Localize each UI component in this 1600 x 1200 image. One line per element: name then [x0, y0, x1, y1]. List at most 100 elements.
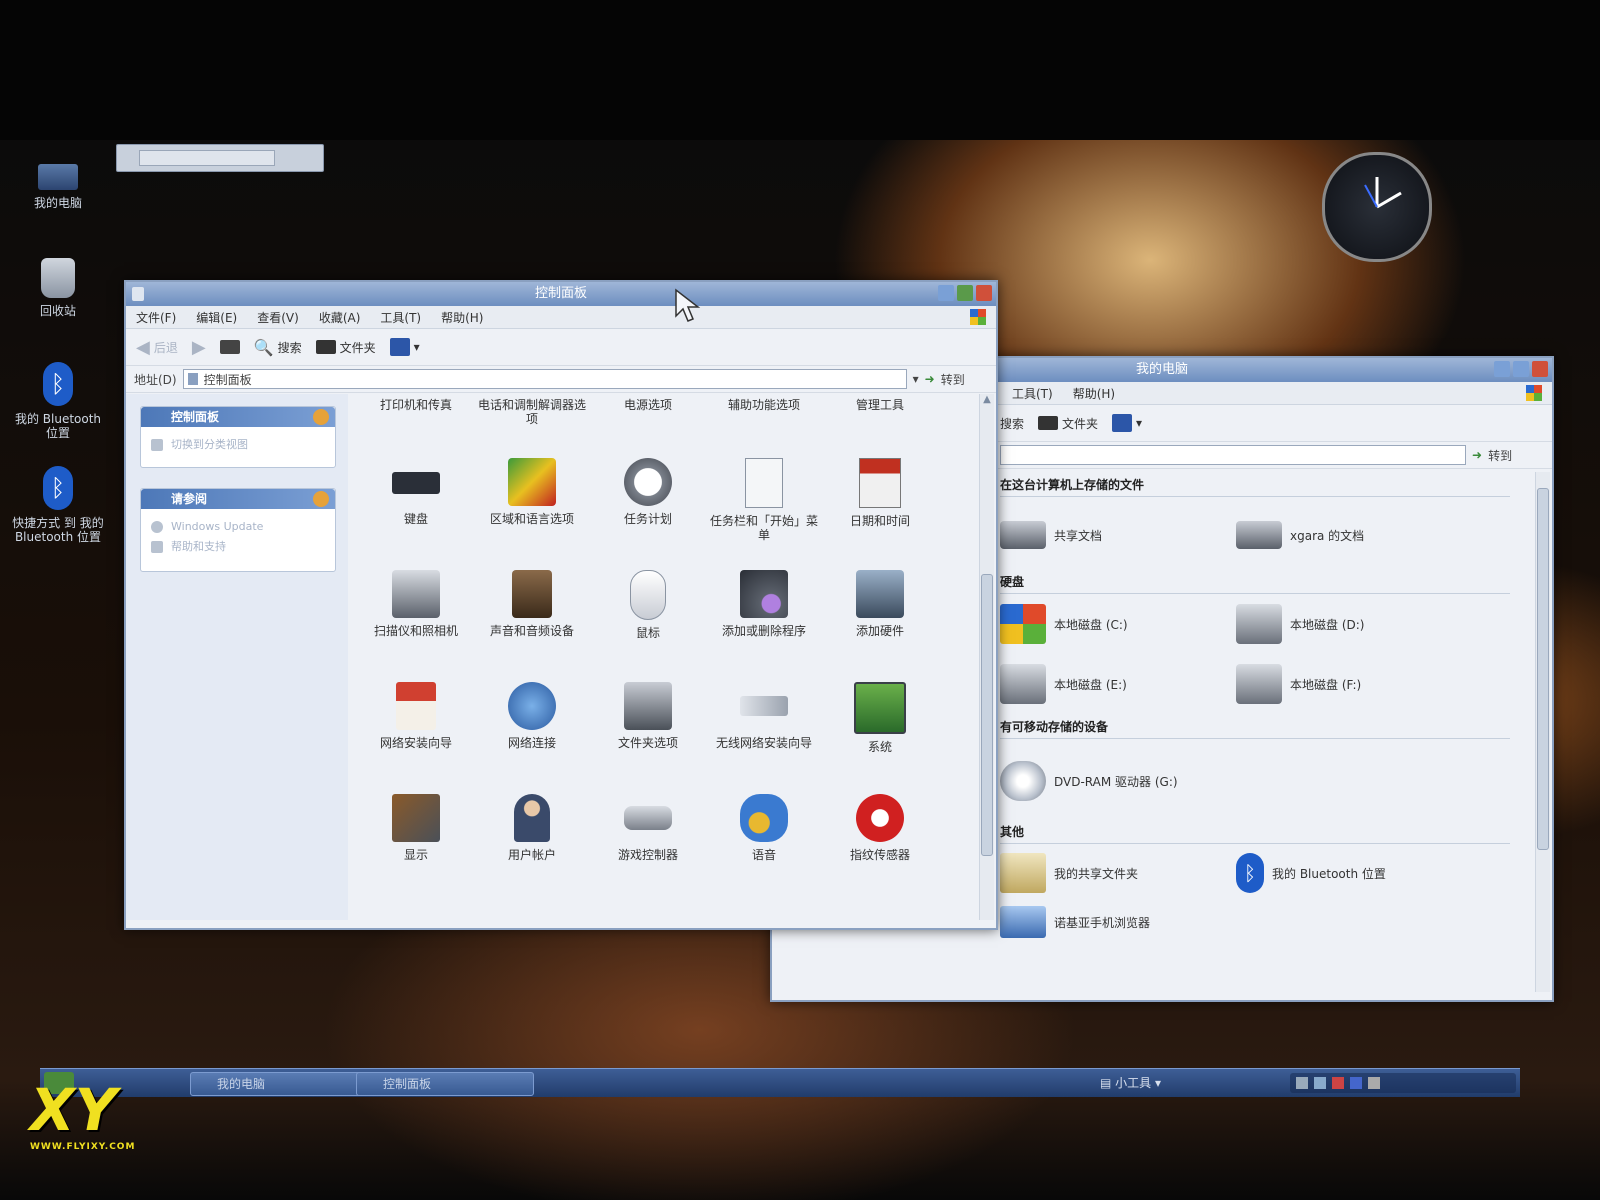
wireless-network-wizard-item[interactable]: 无线网络安装向导 [706, 672, 822, 784]
scrollbar-thumb[interactable] [981, 574, 993, 856]
menu-edit[interactable]: 编辑(E) [196, 309, 237, 326]
collapse-icon[interactable] [313, 491, 329, 507]
address-widget[interactable] [116, 144, 324, 172]
views-button[interactable]: ▾ [389, 338, 420, 356]
menu-file[interactable]: 文件(F) [136, 309, 176, 326]
admin-tools-item[interactable]: 管理工具 [822, 398, 938, 426]
maximize-button[interactable] [957, 285, 973, 301]
game-controllers-item[interactable]: 游戏控制器 [590, 784, 706, 896]
antivirus-tray-icon[interactable] [1332, 1077, 1344, 1089]
scroll-up-arrow-icon[interactable]: ▲ [980, 394, 994, 405]
folders-button[interactable]: 文件夹 [1038, 415, 1098, 432]
phone-modem-item[interactable]: 电话和调制解调器选项 [474, 398, 590, 426]
bluetooth-tray-icon[interactable] [1350, 1077, 1362, 1089]
clock-gadget[interactable] [1322, 152, 1432, 262]
gadgets-button[interactable]: ▤ 小工具 ▾ [1100, 1074, 1161, 1091]
search-button[interactable]: 搜索 [1000, 415, 1024, 432]
drive-c-item[interactable]: 本地磁盘 (C:) [1000, 594, 1236, 654]
address-input[interactable]: 控制面板 [182, 369, 907, 389]
window-menu-icon[interactable] [132, 287, 144, 301]
menu-favorites[interactable]: 收藏(A) [319, 309, 361, 326]
usb-wireless-icon [740, 696, 788, 716]
scanners-cameras-item[interactable]: 扫描仪和照相机 [358, 560, 474, 672]
collapse-icon[interactable] [313, 409, 329, 425]
speech-item[interactable]: 语音 [706, 784, 822, 896]
go-button[interactable]: 转到 [941, 371, 965, 388]
drive-d-item[interactable]: 本地磁盘 (D:) [1236, 594, 1472, 654]
windows-update-link[interactable]: Windows Update [141, 517, 335, 537]
views-button[interactable]: ▾ [1112, 414, 1142, 432]
printers-faxes-item[interactable]: 打印机和传真 [358, 398, 474, 426]
switch-view-link[interactable]: 切换到分类视图 [141, 435, 335, 455]
menu-item[interactable]: 工具(T) [1012, 385, 1053, 402]
taskbar-start-menu-item[interactable]: 任务栏和「开始」菜单 [706, 448, 822, 560]
user-documents-item[interactable]: xgara 的文档 [1236, 521, 1364, 549]
taskbar-task-my-computer[interactable]: 我的电脑 [190, 1072, 368, 1096]
mouse-item[interactable]: 鼠标 [590, 560, 706, 672]
search-button[interactable]: 🔍 搜索 [254, 338, 302, 357]
up-folder-button[interactable] [219, 340, 240, 354]
recycle-bin-icon [41, 258, 75, 298]
maximize-button[interactable] [1513, 361, 1529, 377]
shared-folder-item[interactable]: 我的共享文件夹 [1000, 844, 1236, 902]
back-button[interactable]: ◀ 后退 [136, 337, 178, 358]
menu-help[interactable]: 帮助(H) [441, 309, 483, 326]
accessibility-item[interactable]: 辅助功能选项 [706, 398, 822, 426]
power-tray-icon[interactable] [1368, 1077, 1380, 1089]
menu-item[interactable]: 帮助(H) [1073, 385, 1115, 402]
dvd-drive-item[interactable]: DVD-RAM 驱动器 (G:) [1000, 761, 1178, 801]
system-item[interactable]: 系统 [822, 672, 938, 784]
go-arrow-icon[interactable]: ➜ [925, 372, 935, 386]
control-panel-titlebar[interactable]: 控制面板 [126, 282, 996, 306]
network-setup-wizard-item[interactable]: 网络安装向导 [358, 672, 474, 784]
go-arrow-icon[interactable]: ➜ [1472, 448, 1482, 462]
task-group-header[interactable]: 请参阅 [141, 489, 335, 509]
nokia-browser-item[interactable]: 诺基亚手机浏览器 [1000, 902, 1236, 942]
add-hardware-item[interactable]: 添加硬件 [822, 560, 938, 672]
folders-button[interactable]: 文件夹 [315, 339, 376, 356]
menu-tools[interactable]: 工具(T) [380, 309, 421, 326]
power-options-item[interactable]: 电源选项 [590, 398, 706, 426]
close-button[interactable] [976, 285, 992, 301]
fingerprint-sensor-item[interactable]: 指纹传感器 [822, 784, 938, 896]
help-support-link[interactable]: 帮助和支持 [141, 537, 335, 557]
drive-f-item[interactable]: 本地磁盘 (F:) [1236, 654, 1472, 714]
gadgets-icon: ▤ [1100, 1076, 1116, 1090]
drive-e-item[interactable]: 本地磁盘 (E:) [1000, 654, 1236, 714]
network-connections-item[interactable]: 网络连接 [474, 672, 590, 784]
vertical-scrollbar[interactable]: ▲ [979, 394, 994, 920]
dropdown-arrow-icon[interactable]: ▾ [913, 372, 919, 386]
network-tray-icon[interactable] [1296, 1077, 1308, 1089]
desktop-icon-recycle-bin[interactable]: 回收站 [8, 258, 108, 318]
taskbar-task-control-panel[interactable]: 控制面板 [356, 1072, 534, 1096]
group-title: 在这台计算机上存储的文件 [1000, 476, 1510, 497]
desktop-icon-bluetooth-shortcut[interactable]: ᛒ 快捷方式 到 我的 Bluetooth 位置 [8, 466, 108, 544]
date-time-item[interactable]: 日期和时间 [822, 448, 938, 560]
task-group-header[interactable]: 控制面板 [141, 407, 335, 427]
desktop-icon-label: 我的电脑 [33, 196, 82, 210]
desktop-icon-my-computer[interactable]: 我的电脑 [8, 150, 108, 210]
regional-language-item[interactable]: 区域和语言选项 [474, 448, 590, 560]
address-input[interactable] [1000, 445, 1466, 465]
scheduled-tasks-item[interactable]: 任务计划 [590, 448, 706, 560]
address-widget-input[interactable] [139, 150, 275, 166]
go-button[interactable]: 转到 [1488, 447, 1512, 464]
user-accounts-item[interactable]: 用户帐户 [474, 784, 590, 896]
minimize-button[interactable] [1494, 361, 1510, 377]
bluetooth-places-item[interactable]: ᛒ 我的 Bluetooth 位置 [1236, 844, 1472, 902]
add-remove-programs-item[interactable]: 添加或删除程序 [706, 560, 822, 672]
menu-view[interactable]: 查看(V) [257, 309, 299, 326]
keyboard-item[interactable]: 键盘 [358, 448, 474, 560]
desktop-icon-bluetooth[interactable]: ᛒ 我的 Bluetooth 位置 [8, 362, 108, 440]
scrollbar-thumb[interactable] [1537, 488, 1549, 850]
shared-documents-item[interactable]: 共享文档 [1000, 521, 1236, 549]
close-button[interactable] [1532, 361, 1548, 377]
forward-button[interactable]: ▶ [192, 337, 206, 358]
volume-tray-icon[interactable] [1314, 1077, 1326, 1089]
xy-watermark-logo: XY WWW.FLYIXY.COM [30, 1078, 140, 1168]
minimize-button[interactable] [938, 285, 954, 301]
sounds-audio-item[interactable]: 声音和音频设备 [474, 560, 590, 672]
display-item[interactable]: 显示 [358, 784, 474, 896]
folder-options-item[interactable]: 文件夹选项 [590, 672, 706, 784]
vertical-scrollbar[interactable] [1535, 472, 1550, 992]
